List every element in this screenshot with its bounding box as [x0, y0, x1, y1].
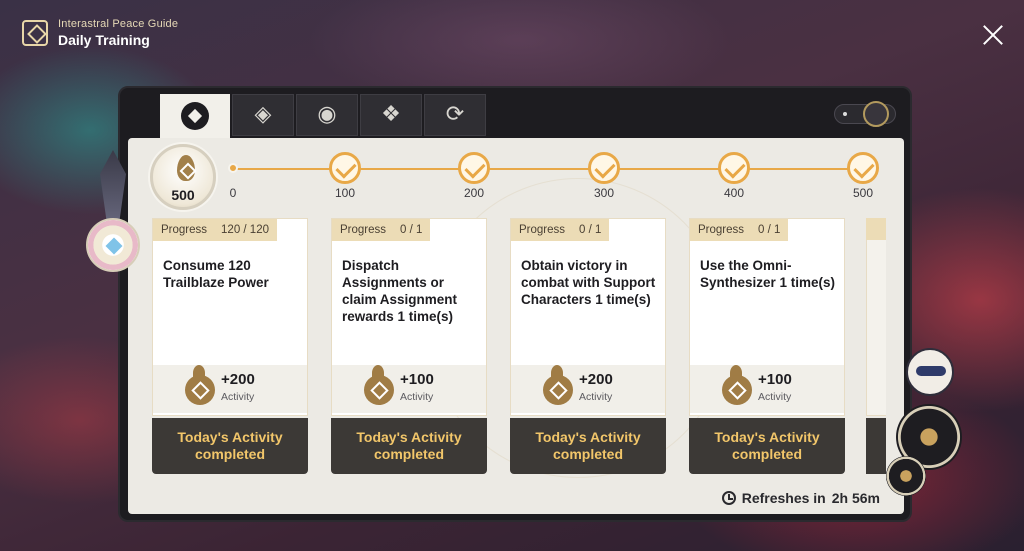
task-status-button[interactable]: Today's Activity completed — [689, 418, 845, 474]
card-body: Progress 0 / 1 Use the Omni-Synthesizer … — [689, 218, 845, 416]
refresh-time: 2h 56m — [831, 490, 880, 506]
bird-mascot-icon — [906, 348, 954, 396]
card-reward: +200 Activity — [153, 365, 307, 413]
milestone-100-check-icon[interactable] — [329, 152, 361, 184]
milestone-400-check-icon[interactable] — [718, 152, 750, 184]
card-progress: Progress 0 / 1 — [511, 219, 610, 241]
milestone-label: 300 — [593, 186, 615, 200]
card-body: Progress 120 / 120 Consume 120 Trailblaz… — [152, 218, 308, 416]
reward-amount: +200 — [579, 371, 613, 388]
card-body: Progress 0 / 1 Obtain victory in combat … — [510, 218, 666, 416]
refresh-label: Refreshes in — [741, 490, 826, 506]
page-header: Interastral Peace Guide Daily Training — [22, 18, 178, 48]
milestone-label: 400 — [723, 186, 745, 200]
activity-score-badge: 500 — [150, 144, 216, 210]
survival-guide-icon: ◈ — [254, 102, 272, 127]
emblem-toggle[interactable] — [834, 101, 896, 127]
tab-daily-training[interactable] — [160, 94, 230, 138]
milestone-300-check-icon[interactable] — [588, 152, 620, 184]
milestone-label: 500 — [852, 186, 874, 200]
task-status-button[interactable]: Today's Activity completed — [510, 418, 666, 474]
reward-label: Activity — [221, 391, 255, 403]
daily-training-panel: 500 0 100 200 300 400 500 Progress 120 /… — [128, 138, 904, 514]
training-card-partial[interactable] — [866, 218, 886, 474]
reward-amount: +200 — [221, 371, 255, 388]
guide-window: ◈ ◉ ❖ ⟳ 500 0 100 200 300 400 500 Progre… — [118, 86, 912, 522]
progress-label: Progress — [340, 224, 387, 236]
training-card[interactable]: Progress 0 / 1 Obtain victory in combat … — [510, 218, 666, 474]
echo-of-war-icon: ⟳ — [445, 102, 465, 127]
task-description: Consume 120 Trailblaze Power — [163, 258, 269, 290]
task-status-button[interactable]: Today's Activity completed — [152, 418, 308, 474]
task-description: Use the Omni-Synthesizer 1 time(s) — [700, 258, 836, 290]
dark-flower-small-icon — [886, 456, 926, 496]
page-title: Daily Training — [58, 32, 150, 48]
emblem-icon — [863, 101, 889, 127]
reward-label: Activity — [758, 391, 792, 403]
guide-book-icon — [22, 20, 48, 46]
training-card[interactable]: Progress 120 / 120 Consume 120 Trailblaz… — [152, 218, 308, 474]
refresh-timer: Refreshes in 2h 56m — [721, 490, 880, 506]
milestone-label: 200 — [463, 186, 485, 200]
header-text: Interastral Peace Guide Daily Training — [58, 18, 178, 48]
tab-treasures-lightward[interactable]: ◉ — [296, 94, 358, 136]
milestone-200-check-icon[interactable] — [458, 152, 490, 184]
card-reward: +100 Activity — [690, 365, 844, 413]
clock-icon — [721, 491, 736, 505]
card-progress: Progress 0 / 1 — [690, 219, 789, 241]
tab-bar: ◈ ◉ ❖ ⟳ — [160, 94, 486, 138]
tab-echo-of-war[interactable]: ⟳ — [424, 94, 486, 136]
task-status-button[interactable]: Today's Activity completed — [331, 418, 487, 474]
reward-label: Activity — [579, 391, 613, 403]
task-status-text: Today's Activity completed — [356, 429, 462, 462]
reward-amount: +100 — [400, 371, 434, 388]
activity-reward-icon — [185, 365, 215, 407]
milestone-label: 0 — [229, 186, 237, 200]
reward-label: Activity — [400, 391, 434, 403]
progress-value: 0 / 1 — [400, 224, 423, 236]
activity-flame-icon — [177, 155, 195, 181]
progress-value: 0 / 1 — [758, 224, 781, 236]
tab-survival-guide[interactable]: ◈ — [232, 94, 294, 136]
task-description: Dispatch Assignments or claim Assignment… — [342, 258, 458, 324]
milestone-500-check-icon[interactable] — [847, 152, 879, 184]
activity-reward-icon — [364, 365, 394, 407]
milestone-start-marker — [228, 163, 238, 173]
task-status-text: Today's Activity completed — [535, 429, 641, 462]
task-description: Obtain victory in combat with Support Ch… — [521, 258, 656, 307]
crystal-flower-ornament — [86, 150, 142, 280]
progress-label: Progress — [161, 224, 208, 236]
treasures-lightward-icon: ◉ — [317, 102, 337, 127]
card-progress: Progress 0 / 1 — [332, 219, 431, 241]
header-subtitle: Interastral Peace Guide — [58, 18, 179, 30]
card-progress: Progress 120 / 120 — [153, 219, 277, 241]
indicator-dot — [843, 112, 847, 116]
activity-reward-icon — [543, 365, 573, 407]
reward-amount: +100 — [758, 371, 792, 388]
daily-training-icon — [181, 102, 209, 130]
training-card[interactable]: Progress 0 / 1 Dispatch Assignments or c… — [331, 218, 487, 474]
card-reward: +100 Activity — [332, 365, 486, 413]
flower-icon — [86, 218, 140, 272]
progress-label: Progress — [519, 224, 566, 236]
task-status-text: Today's Activity completed — [714, 429, 820, 462]
activity-reward-icon — [722, 365, 752, 407]
card-body: Progress 0 / 1 Dispatch Assignments or c… — [331, 218, 487, 416]
progress-value: 0 / 1 — [579, 224, 602, 236]
tab-strategic-training[interactable]: ❖ — [360, 94, 422, 136]
bird-bloom-ornament — [886, 348, 976, 498]
training-card[interactable]: Progress 0 / 1 Use the Omni-Synthesizer … — [689, 218, 845, 474]
progress-label: Progress — [698, 224, 745, 236]
close-icon[interactable] — [982, 24, 1004, 46]
card-reward: +200 Activity — [511, 365, 665, 413]
strategic-training-icon: ❖ — [381, 102, 401, 127]
progress-value: 120 / 120 — [221, 224, 269, 236]
milestone-label: 100 — [334, 186, 356, 200]
task-status-text: Today's Activity completed — [177, 429, 283, 462]
